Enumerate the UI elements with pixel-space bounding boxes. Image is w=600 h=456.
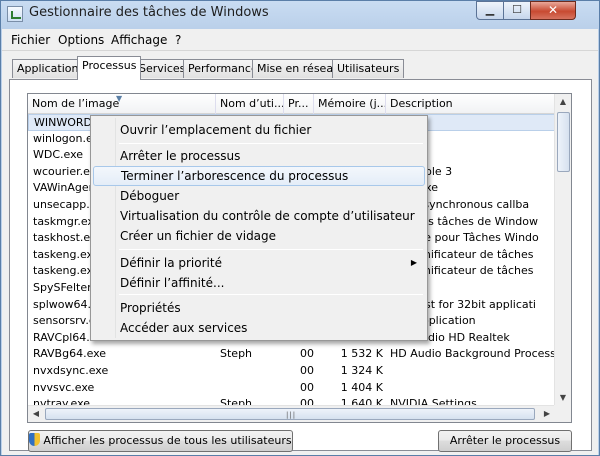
menu-affichage[interactable]: Affichage — [111, 33, 167, 47]
context-menu-item[interactable]: Terminer l’arborescence du processus — [93, 166, 425, 186]
context-menu-item[interactable]: Définir l’affinité... — [93, 273, 425, 293]
context-menu-item-label: Ouvrir l’emplacement du fichier — [120, 123, 312, 137]
sort-indicator-icon: ▼ — [116, 94, 123, 103]
vertical-scroll-thumb[interactable] — [557, 112, 570, 172]
show-all-users-label: Afficher les processus de tous les utili… — [43, 434, 292, 447]
minimize-button[interactable]: ▁ — [476, 1, 504, 20]
title-bar[interactable]: Gestionnaire des tâches de Windows ▁ ☐ ✕ — [1, 1, 599, 29]
menu-options[interactable]: Options — [58, 33, 104, 47]
tab-services[interactable]: Services — [134, 59, 191, 78]
scroll-down-icon[interactable]: ▼ — [555, 390, 571, 406]
cell-memory: 1 324 K — [340, 363, 383, 377]
table-row[interactable]: nvxdsync.exe 00 1 324 K — [28, 363, 555, 380]
uac-shield-icon — [29, 433, 41, 446]
cell-cpu: 00 — [300, 363, 314, 377]
context-menu-item-label: Arrêter le processus — [120, 149, 241, 163]
context-menu-item[interactable]: Accéder aux services — [93, 318, 425, 338]
cell-cpu: 00 — [300, 347, 314, 361]
maximize-button[interactable]: ☐ — [503, 1, 531, 20]
close-button[interactable]: ✕ — [530, 1, 576, 20]
context-menu: Ouvrir l’emplacement du fichier Arrêter l… — [90, 115, 428, 341]
context-menu-item[interactable]: Déboguer — [93, 186, 425, 206]
list-header: Nom de l’image ▼ Nom d’uti... Pr... Mémo… — [28, 94, 555, 114]
column-description[interactable]: Description — [386, 94, 555, 114]
tab-performance[interactable]: Performance — [183, 59, 263, 78]
maximize-icon: ☐ — [512, 3, 522, 16]
tab-processus[interactable]: Processus — [77, 56, 142, 80]
cell-memory: 1 404 K — [340, 380, 383, 394]
cell-cpu: 00 — [300, 380, 314, 394]
context-menu-item[interactable]: Virtualisation du contrôle de compte d’u… — [93, 206, 425, 226]
cell-image-name: nvvsvc.exe — [33, 380, 95, 394]
context-menu-item[interactable]: Définir la priorité ▶ — [93, 253, 425, 273]
menu-separator — [119, 143, 423, 144]
menu-fichier[interactable]: Fichier — [11, 33, 50, 47]
table-row[interactable]: RAVBg64.exe Steph 00 1 532 K HD Audio Backgr… — [28, 346, 555, 363]
menu-separator — [119, 249, 423, 250]
close-icon: ✕ — [547, 3, 559, 17]
column-user-name[interactable]: Nom d’uti... — [216, 94, 284, 114]
horizontal-scroll-thumb[interactable]: ||| — [45, 408, 535, 420]
context-menu-item-label: Définir la priorité — [120, 256, 222, 270]
submenu-arrow-icon: ▶ — [410, 258, 417, 267]
context-menu-item-label: Déboguer — [120, 189, 180, 203]
grip-icon: ||| — [286, 411, 297, 419]
menu-help[interactable]: ? — [175, 33, 181, 47]
window-title: Gestionnaire des tâches de Windows — [29, 5, 269, 20]
cell-user-name: Steph — [220, 347, 253, 361]
column-memory[interactable]: Mémoire (j... — [314, 94, 386, 114]
context-menu-item[interactable]: Créer un fichier de vidage — [93, 226, 425, 246]
context-menu-item[interactable]: Ouvrir l’emplacement du fichier — [93, 120, 425, 140]
context-menu-item-label: Terminer l’arborescence du processus — [121, 169, 349, 183]
end-process-button[interactable]: Arrêter le processus — [438, 430, 572, 452]
tab-utilisateurs[interactable]: Utilisateurs — [332, 59, 405, 78]
cell-description: HD Audio Background Process — [390, 347, 555, 361]
context-menu-item-label: Créer un fichier de vidage — [120, 229, 277, 243]
show-all-users-button[interactable]: Afficher les processus de tous les utili… — [28, 430, 293, 452]
table-row[interactable]: nvvsvc.exe 00 1 404 K — [28, 380, 555, 397]
cell-image-name: RAVBg64.exe — [33, 347, 107, 361]
column-cpu[interactable]: Pr... — [284, 94, 314, 114]
cell-image-name: nvxdsync.exe — [33, 363, 109, 377]
cell-memory: 1 532 K — [340, 347, 383, 361]
context-menu-item[interactable]: Arrêter le processus — [93, 146, 425, 166]
scroll-left-icon[interactable]: ◀ — [28, 406, 44, 422]
scroll-up-icon[interactable]: ▲ — [555, 94, 571, 110]
context-menu-item-label: Définir l’affinité... — [120, 276, 225, 290]
context-menu-item[interactable]: Propriétés — [93, 298, 425, 318]
context-menu-item-label: Propriétés — [120, 301, 181, 315]
menu-bar: Fichier Options Affichage ? — [2, 29, 598, 51]
context-menu-item-label: Accéder aux services — [120, 321, 248, 335]
horizontal-scrollbar[interactable]: ◀ ||| ▶ — [28, 405, 555, 422]
context-menu-item-label: Virtualisation du contrôle de compte d’u… — [120, 209, 415, 223]
task-manager-window: Gestionnaire des tâches de Windows ▁ ☐ ✕… — [0, 0, 600, 456]
task-manager-icon — [7, 6, 23, 22]
scroll-right-icon[interactable]: ▶ — [539, 406, 555, 422]
minimize-icon: ▁ — [485, 3, 495, 16]
menu-separator — [119, 294, 423, 295]
vertical-scrollbar[interactable]: ▲ ▼ — [554, 94, 571, 406]
scroll-corner — [554, 405, 571, 422]
